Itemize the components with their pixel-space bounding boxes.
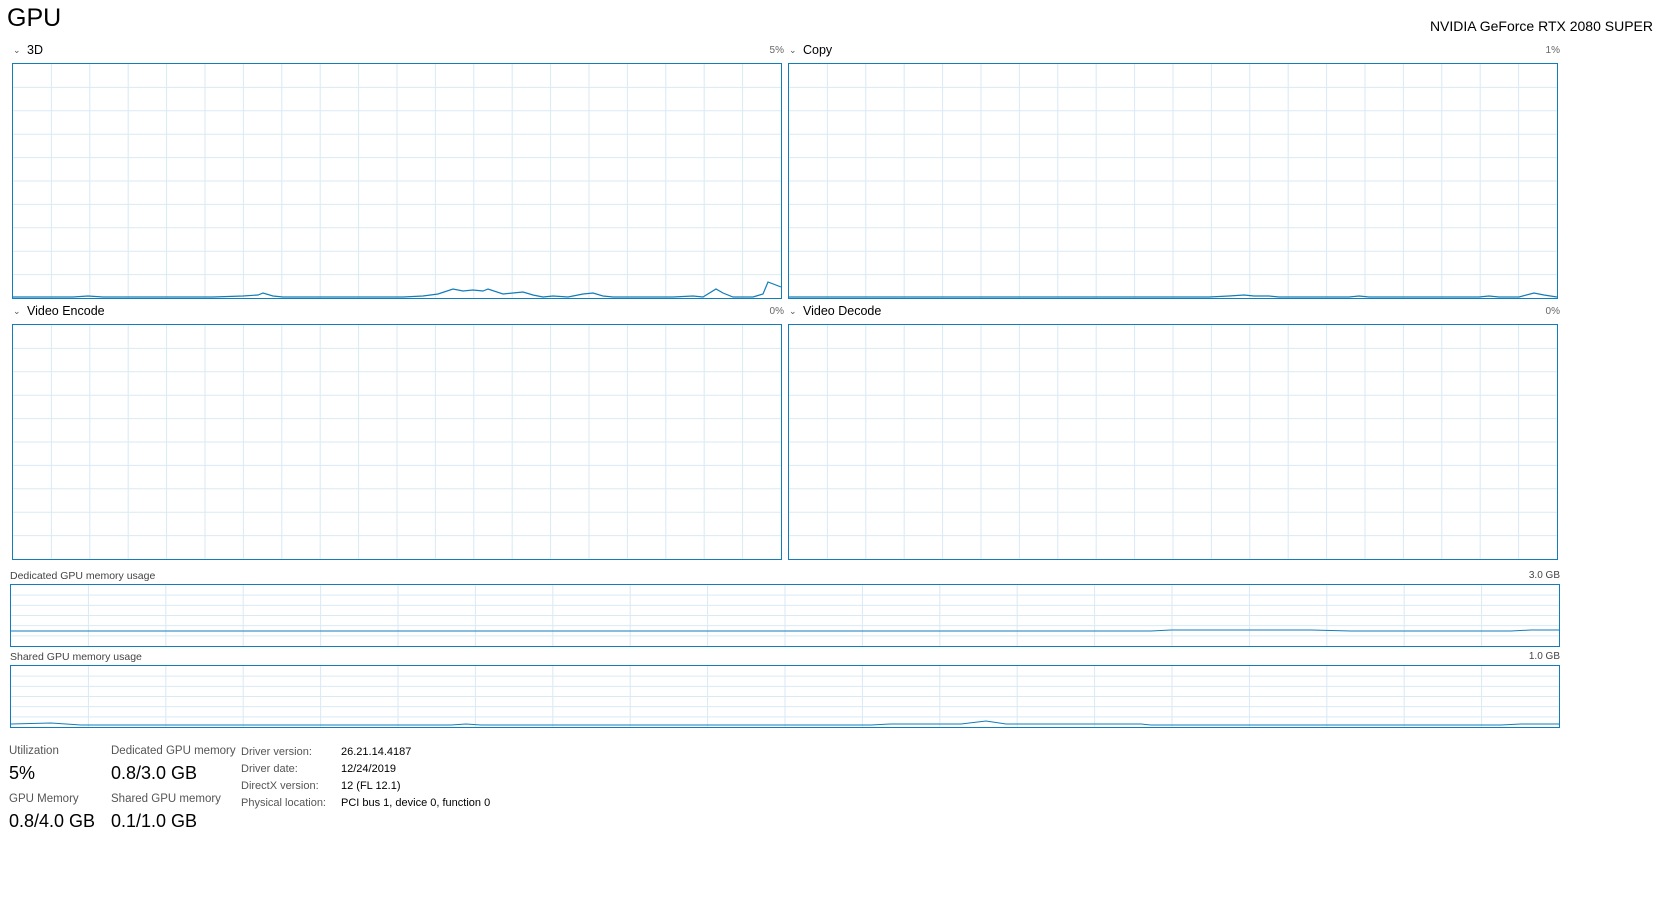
dedicated-memory-graph-plot (11, 585, 1559, 646)
engine-selector-video-decode[interactable]: ⌄ Video Decode (789, 304, 881, 318)
engine-graph-copy (788, 63, 1558, 299)
engine-graph-video-encode-plot (13, 325, 781, 559)
engine-graph-3d-plot (13, 64, 781, 298)
driver-version-value: 26.21.14.4187 (341, 746, 412, 758)
driver-date-label: Driver date: (241, 763, 298, 775)
chevron-down-icon: ⌄ (13, 44, 21, 55)
engine-selector-3d[interactable]: ⌄ 3D (13, 43, 43, 57)
shared-memory-graph (10, 665, 1560, 728)
physical-location-value: PCI bus 1, device 0, function 0 (341, 797, 491, 809)
dedicated-memory-graph (10, 584, 1560, 647)
dedicated-memory-graph-max: 3.0 GB (1528, 570, 1560, 581)
engine-label-3d: 3D (27, 43, 43, 57)
chevron-down-icon: ⌄ (789, 44, 797, 55)
dedicated-memory-label: Dedicated GPU memory (111, 745, 236, 757)
chevron-down-icon: ⌄ (13, 305, 21, 316)
shared-memory-value: 0.1/1.0 GB (111, 811, 198, 831)
shared-memory-graph-label: Shared GPU memory usage (10, 651, 142, 663)
engine-graph-3d (12, 63, 782, 299)
engine-graph-video-decode (788, 324, 1558, 560)
directx-version-value: 12 (FL 12.1) (341, 780, 401, 792)
dedicated-memory-graph-label: Dedicated GPU memory usage (10, 570, 156, 582)
engine-selector-video-encode[interactable]: ⌄ Video Encode (13, 304, 105, 318)
driver-date-value: 12/24/2019 (341, 763, 397, 775)
engine-graph-video-decode-plot (789, 325, 1557, 559)
engine-max-video-decode: 0% (1545, 306, 1560, 317)
engine-label-video-decode: Video Decode (803, 304, 882, 318)
engine-graph-copy-plot (789, 64, 1557, 298)
engine-selector-copy[interactable]: ⌄ Copy (789, 43, 832, 57)
engine-max-copy: 1% (1545, 45, 1560, 56)
engine-graph-video-encode (12, 324, 782, 560)
driver-version-label: Driver version: (241, 746, 312, 758)
device-name: NVIDIA GeForce RTX 2080 SUPER (1429, 18, 1653, 34)
physical-location-label: Physical location: (241, 797, 326, 809)
engine-label-video-encode: Video Encode (27, 304, 105, 318)
engine-max-3d: 5% (769, 45, 784, 56)
shared-memory-graph-max: 1.0 GB (1528, 651, 1560, 662)
page-title: GPU (7, 4, 62, 32)
dedicated-memory-value: 0.8/3.0 GB (111, 763, 198, 783)
gpu-memory-label: GPU Memory (9, 793, 79, 805)
directx-version-label: DirectX version: (241, 780, 319, 792)
utilization-label: Utilization (9, 745, 59, 757)
gpu-memory-value: 0.8/4.0 GB (9, 811, 96, 831)
engine-label-copy: Copy (803, 43, 833, 57)
shared-memory-label: Shared GPU memory (111, 793, 221, 805)
engine-max-video-encode: 0% (769, 306, 784, 317)
utilization-value: 5% (9, 763, 36, 783)
shared-memory-graph-plot (11, 666, 1559, 727)
chevron-down-icon: ⌄ (789, 305, 797, 316)
